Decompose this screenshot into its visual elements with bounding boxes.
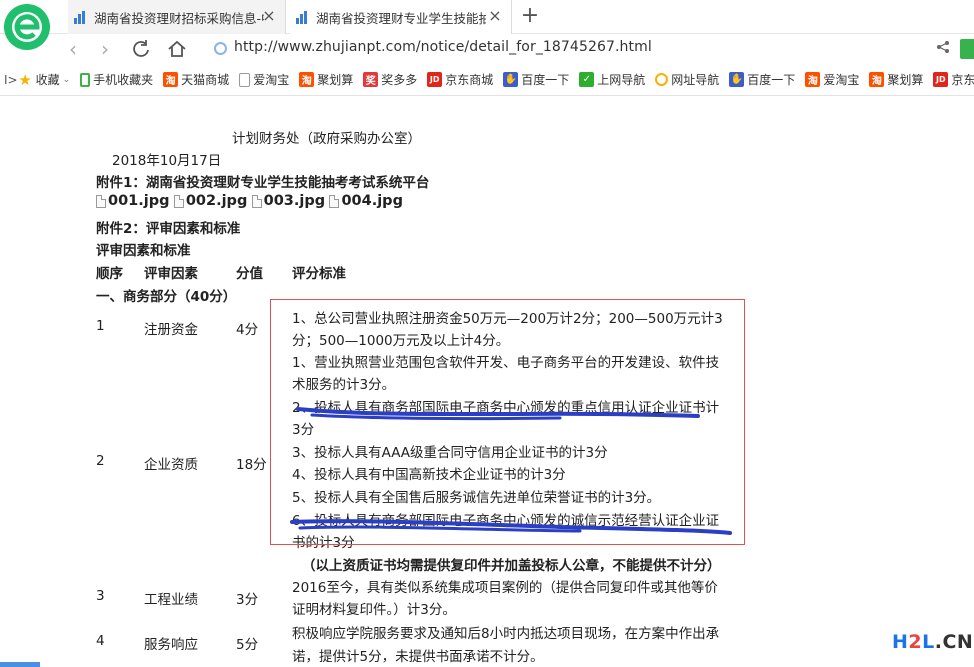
bookmark-item[interactable]: 淘聚划算 bbox=[299, 71, 353, 88]
bookmark-item[interactable]: ✓ 上网导航 bbox=[579, 71, 645, 88]
bookmark-item[interactable]: JD 京东 bbox=[933, 71, 974, 88]
tao-icon: 淘 bbox=[869, 72, 885, 87]
file-icon bbox=[251, 194, 262, 208]
bookmark-item[interactable]: 手机收藏夹 bbox=[80, 71, 153, 88]
chart-favicon-icon bbox=[74, 10, 88, 24]
back-arrow-icon[interactable]: ‹ bbox=[60, 36, 86, 62]
bookmark-item[interactable]: ✋ 百度一下 bbox=[729, 71, 795, 88]
forward-arrow-icon[interactable]: › bbox=[92, 36, 118, 62]
menu-icon[interactable] bbox=[960, 39, 974, 59]
share-icon[interactable] bbox=[936, 40, 950, 58]
attachment-files: 001.jpg 002.jpg 003.jpg 004.jpg bbox=[96, 193, 403, 212]
row-4-factor: 服务响应 bbox=[144, 637, 198, 653]
tab-strip: 湖南省投资理财招标采购信息-中 × 湖南省投资理财专业学生技能抽考 × + bbox=[0, 0, 974, 34]
header-criteria: 评分标准 bbox=[292, 266, 346, 282]
org-name: 计划财务处（政府采购办公室） bbox=[232, 131, 421, 147]
browser-window: 湖南省投资理财招标采购信息-中 × 湖南省投资理财专业学生技能抽考 × + ‹ … bbox=[0, 0, 974, 667]
row-1-factor: 注册资金 bbox=[144, 322, 198, 338]
performance-line: 证明材料复印件。）计3分。 bbox=[292, 602, 456, 618]
tao-icon: 淘 bbox=[163, 72, 179, 87]
row-4-score: 5分 bbox=[236, 637, 259, 653]
jiang-icon: 奖 bbox=[363, 72, 379, 87]
qualification-note: （以上资质证书均需提供复印件并加盖投标人公章，不能提供不计分） bbox=[302, 558, 721, 574]
close-icon[interactable]: × bbox=[487, 8, 503, 24]
attachment-2-title: 附件2：评审因素和标准 bbox=[96, 221, 241, 237]
tab-1-title: 湖南省投资理财招标采购信息-中 bbox=[94, 10, 264, 26]
row-3-no: 3 bbox=[96, 588, 105, 604]
bookmark-item[interactable]: ✋ 百度一下 bbox=[503, 71, 569, 88]
file-link[interactable]: 002.jpg bbox=[173, 193, 247, 209]
notice-date: 2018年10月17日 bbox=[112, 153, 222, 169]
hao-icon: ✓ bbox=[579, 72, 595, 87]
bookmark-item[interactable]: 淘天猫商城 bbox=[163, 71, 229, 88]
row-2-factor: 企业资质 bbox=[144, 457, 198, 473]
bookmark-item[interactable]: 奖奖多多 bbox=[363, 71, 417, 88]
row-3-score: 3分 bbox=[236, 592, 259, 608]
sidebar-toggle-icon[interactable]: I> bbox=[4, 73, 18, 87]
chart-favicon-icon bbox=[296, 10, 310, 24]
attachment-1-title: 附件1：湖南省投资理财专业学生技能抽考考试系统平台 bbox=[96, 175, 430, 191]
jd-icon: JD bbox=[933, 72, 949, 87]
star-icon: ★ bbox=[18, 70, 32, 89]
tab-2[interactable]: 湖南省投资理财专业学生技能抽考 × bbox=[290, 0, 512, 34]
bookmark-item[interactable]: 网址导航 bbox=[655, 71, 719, 88]
phone-icon bbox=[80, 72, 91, 87]
response-line: 诺，提供计5分，未提供书面承诺不计分。 bbox=[292, 649, 544, 665]
section-title: 评审因素和标准 bbox=[96, 243, 191, 259]
file-link[interactable]: 003.jpg bbox=[251, 193, 325, 209]
url-input[interactable]: http://www.zhujianpt.com/notice/detail_f… bbox=[234, 39, 652, 55]
response-line: 积极响应学院服务要求及通知后8小时内抵达项目现场，在方案中作出承 bbox=[292, 626, 720, 642]
tao-icon: 淘 bbox=[805, 72, 821, 87]
globe-icon bbox=[214, 42, 227, 55]
bookmarks-bar: I> ★ 收藏 ⌄ 手机收藏夹 淘天猫商城 爱淘宝 淘聚划算 奖奖多多 JD 京东商城… bbox=[0, 64, 974, 96]
row-1-score: 4分 bbox=[236, 322, 259, 338]
tab-1[interactable]: 湖南省投资理财招标采购信息-中 × bbox=[68, 0, 286, 34]
reload-icon[interactable] bbox=[128, 36, 154, 62]
status-strip bbox=[0, 662, 40, 667]
header-factor: 评审因素 bbox=[144, 266, 198, 282]
page-content: 计划财务处（政府采购办公室） 2018年10月17日 附件1：湖南省投资理财专业… bbox=[0, 97, 974, 667]
performance-line: 2016至今，具有类似系统集成项目案例的（提供合同复印件或其他等价 bbox=[292, 580, 718, 596]
row-2-no: 2 bbox=[96, 453, 105, 469]
highlight-box bbox=[270, 299, 745, 545]
browser-logo-icon[interactable] bbox=[4, 4, 50, 50]
row-4-no: 4 bbox=[96, 633, 105, 649]
row-3-factor: 工程业绩 bbox=[144, 592, 198, 608]
file-icon bbox=[173, 194, 184, 208]
page-icon bbox=[239, 72, 251, 87]
row-1-no: 1 bbox=[96, 318, 105, 334]
file-icon bbox=[96, 194, 106, 208]
bookmark-item[interactable]: 爱淘宝 bbox=[239, 71, 289, 88]
nav-icon bbox=[655, 73, 669, 86]
baidu-icon: ✋ bbox=[729, 72, 745, 87]
row-2-score: 18分 bbox=[236, 457, 267, 473]
address-bar: ‹ › http://www.zhujianpt.com/notice/deta… bbox=[0, 34, 974, 64]
header-score: 分值 bbox=[236, 266, 263, 282]
file-link[interactable]: 001.jpg bbox=[96, 193, 170, 209]
new-tab-button[interactable]: + bbox=[518, 4, 542, 28]
bookmark-item[interactable]: 淘聚划算 bbox=[869, 71, 923, 88]
file-icon bbox=[329, 194, 340, 208]
tao-icon: 淘 bbox=[299, 72, 315, 87]
site-watermark: H2L.CN bbox=[892, 631, 974, 653]
business-section: 一、商务部分（40分） bbox=[96, 289, 237, 305]
bookmark-item[interactable]: ★ 收藏 ⌄ bbox=[18, 70, 71, 89]
file-link[interactable]: 004.jpg bbox=[329, 193, 403, 209]
bookmark-item[interactable]: 淘爱淘宝 bbox=[805, 71, 859, 88]
close-icon[interactable]: × bbox=[261, 8, 277, 24]
jd-icon: JD bbox=[427, 72, 443, 87]
home-icon[interactable] bbox=[164, 36, 190, 62]
tab-2-title: 湖南省投资理财专业学生技能抽考 bbox=[316, 10, 486, 26]
chevron-down-icon: ⌄ bbox=[62, 74, 71, 85]
baidu-icon: ✋ bbox=[503, 72, 519, 87]
bookmark-item[interactable]: JD 京东商城 bbox=[427, 71, 493, 88]
header-no: 顺序 bbox=[96, 266, 123, 282]
